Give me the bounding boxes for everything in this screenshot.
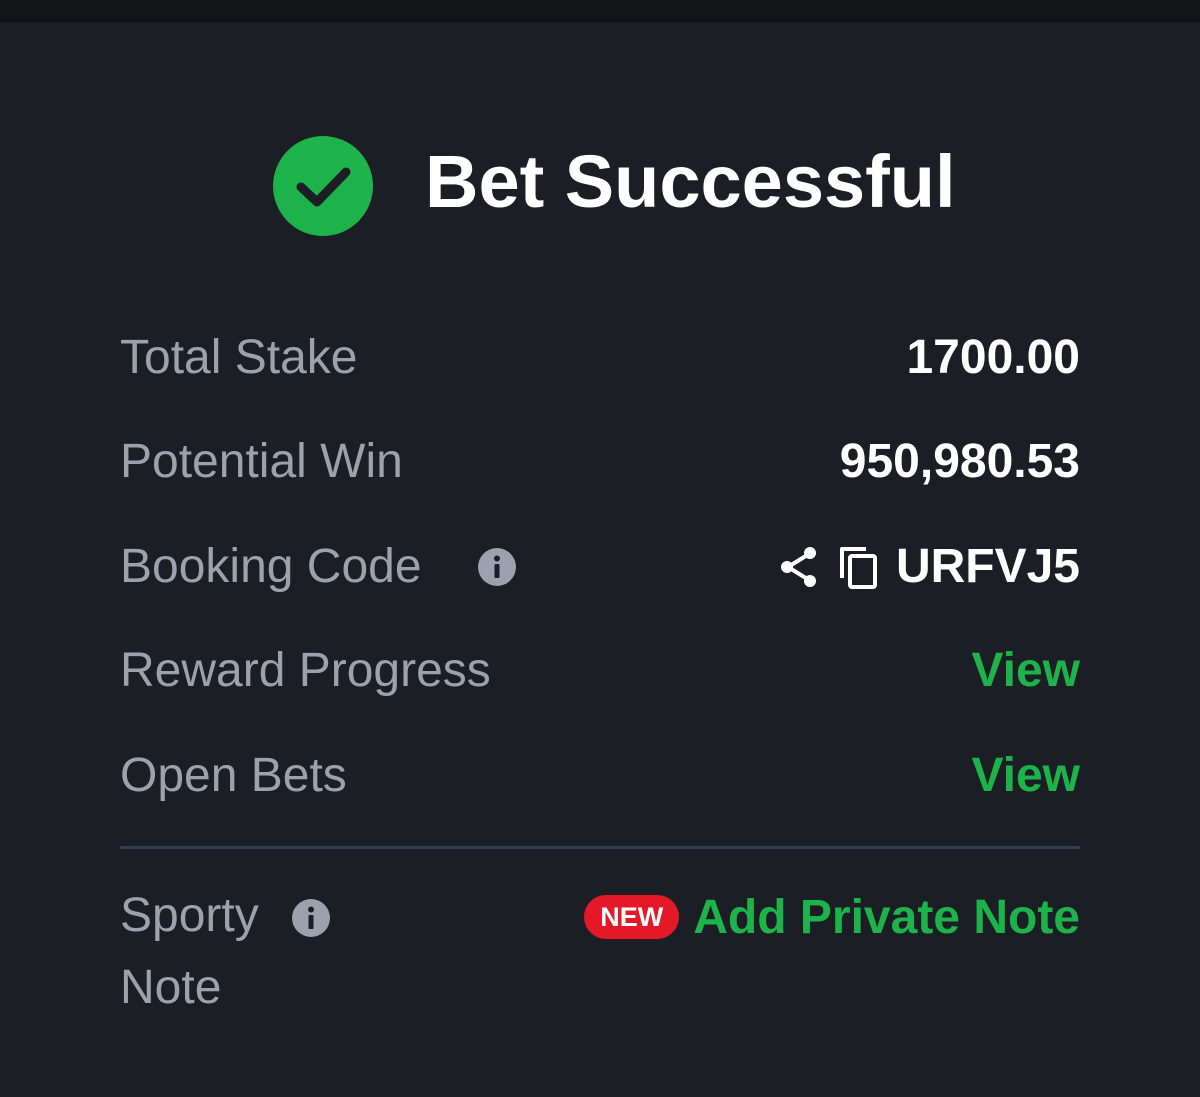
open-bets-view-link[interactable]: View <box>971 741 1080 811</box>
total-stake-value: 1700.00 <box>906 331 1080 384</box>
copy-icon[interactable] <box>836 544 882 590</box>
booking-code-label: Booking Code <box>120 540 422 593</box>
total-stake-label: Total Stake <box>120 331 358 384</box>
add-private-note-group: NEW Add Private Note <box>584 881 1080 953</box>
potential-win-label: Potential Win <box>120 435 403 488</box>
new-badge: NEW <box>584 895 680 939</box>
check-circle-icon <box>273 136 373 236</box>
booking-code-row: Booking Code URFVJ5 <box>120 532 1080 602</box>
booking-code-value-group: URFVJ5 <box>776 532 1080 602</box>
reward-progress-label: Reward Progress <box>120 644 491 697</box>
reward-progress-view-link[interactable]: View <box>971 636 1080 706</box>
add-private-note-link[interactable]: Add Private Note <box>693 890 1080 945</box>
open-bets-label: Open Bets <box>120 749 347 802</box>
success-header: Bet Successful <box>0 136 1200 236</box>
reward-progress-row: Reward Progress View <box>120 636 1080 706</box>
divider <box>120 846 1080 849</box>
info-icon[interactable] <box>291 898 331 938</box>
potential-win-row: Potential Win 950,980.53 <box>120 427 1080 497</box>
page-title: Bet Successful <box>425 140 956 223</box>
potential-win-value: 950,980.53 <box>839 435 1080 488</box>
total-stake-row: Total Stake 1700.00 <box>120 323 1080 393</box>
info-icon[interactable] <box>477 547 517 587</box>
booking-code-value[interactable]: URFVJ5 <box>896 532 1080 602</box>
share-icon[interactable] <box>776 544 822 590</box>
top-bar <box>0 0 1200 22</box>
open-bets-row: Open Bets View <box>120 741 1080 811</box>
sporty-note-label-line2: Note <box>120 961 222 1014</box>
